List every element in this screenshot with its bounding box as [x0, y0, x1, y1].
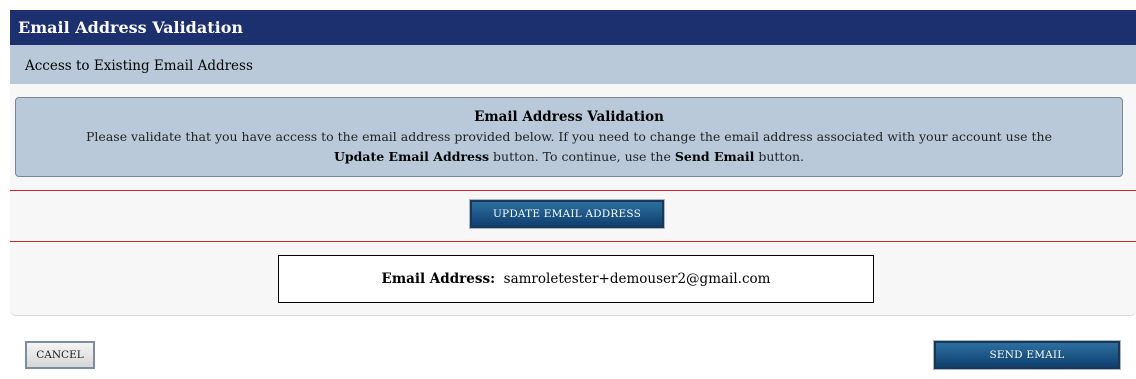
- info-text-part1: Please validate that you have access to …: [86, 129, 1052, 144]
- section-subtitle: Access to Existing Email Address: [10, 45, 1136, 84]
- info-text: Please validate that you have access to …: [16, 127, 1122, 167]
- info-send-ref: Send Email: [674, 149, 755, 164]
- info-text-part3: button.: [754, 149, 804, 164]
- update-email-address-button[interactable]: UPDATE EMAIL ADDRESS: [469, 199, 665, 229]
- email-display: Email Address: samroletester+demouser2@g…: [278, 255, 874, 303]
- info-text-part2: button. To continue, use the: [489, 149, 675, 164]
- email-value: samroletester+demouser2@gmail.com: [503, 271, 771, 287]
- info-title: Email Address Validation: [474, 109, 664, 125]
- info-update-ref: Update Email Address: [334, 149, 490, 164]
- info-box: Email Address Validation Please validate…: [15, 97, 1123, 177]
- page-title: Email Address Validation: [10, 10, 1136, 45]
- divider-bottom: [10, 241, 1136, 242]
- email-label: Email Address:: [381, 271, 496, 287]
- send-email-button[interactable]: SEND EMAIL: [933, 340, 1121, 370]
- cancel-button[interactable]: CANCEL: [25, 341, 95, 369]
